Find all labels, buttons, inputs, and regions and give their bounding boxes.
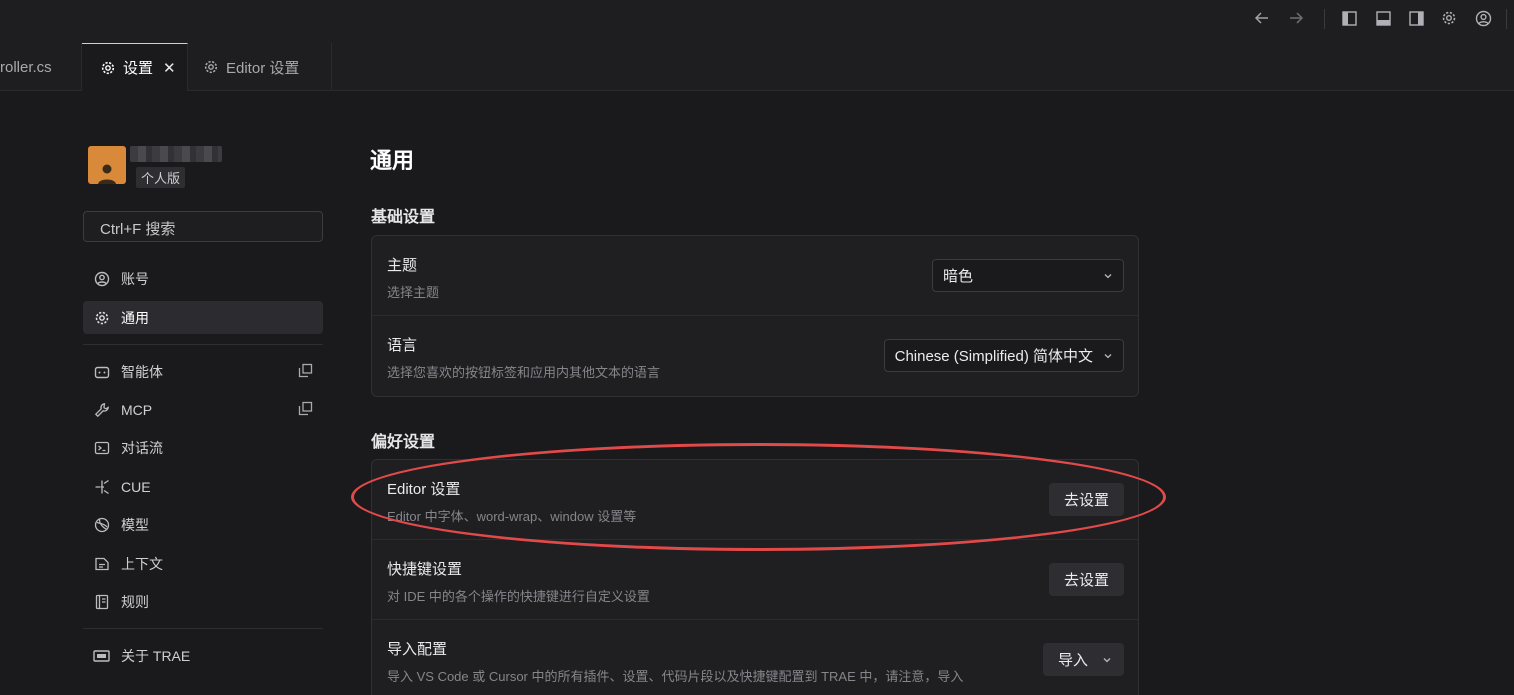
sidebar-item-general[interactable]: 通用	[83, 301, 323, 334]
chevron-down-icon	[1103, 657, 1111, 662]
toggle-bottom-panel-icon[interactable]	[1374, 9, 1392, 27]
tab-controller-file[interactable]: roller.cs	[0, 43, 82, 91]
language-row: 语言 选择您喜欢的按钮标签和应用内其他文本的语言 Chinese (Simpli…	[372, 316, 1138, 396]
preferences-card: Editor 设置 Editor 中字体、word-wrap、window 设置…	[371, 459, 1139, 695]
gear-icon	[204, 60, 218, 74]
username-redacted	[130, 146, 222, 162]
rules-icon	[93, 593, 110, 610]
sidebar-item-about[interactable]: 关于 TRAE	[83, 639, 323, 672]
theme-description: 选择主题	[387, 285, 440, 300]
editor-settings-description: Editor 中字体、word-wrap、window 设置等	[387, 509, 637, 524]
external-link-icon[interactable]	[298, 363, 313, 378]
tab-settings[interactable]: 设置 ✕	[82, 43, 188, 91]
external-link-icon[interactable]	[298, 401, 313, 416]
theme-select[interactable]: 暗色	[932, 259, 1124, 292]
sidebar-item-label: 账号	[121, 270, 149, 287]
toggle-left-panel-icon[interactable]	[1340, 9, 1358, 27]
tab-label: roller.cs	[0, 58, 52, 76]
wrench-icon	[93, 401, 110, 418]
tab-label: 设置	[123, 60, 154, 77]
bot-icon	[93, 363, 110, 380]
shortcut-settings-title: 快捷键设置	[387, 561, 463, 578]
shortcut-settings-row: 快捷键设置 对 IDE 中的各个操作的快捷键进行自定义设置 去设置	[372, 540, 1138, 620]
user-silhouette-icon	[98, 164, 116, 184]
avatar[interactable]	[88, 146, 126, 184]
settings-page: 个人版 Ctrl+F 搜索 账号 通用 智能体 MCP 对话流 CUE 模型 上…	[0, 91, 1514, 695]
basic-settings-card: 主题 选择主题 暗色 语言 选择您喜欢的按钮标签和应用内其他文本的语言 Chin…	[371, 235, 1139, 397]
sidebar-item-label: 上下文	[121, 555, 163, 572]
sidebar-item-label: 关于 TRAE	[121, 647, 191, 664]
editor-settings-title: Editor 设置	[387, 481, 461, 498]
title-bar	[0, 0, 1514, 37]
close-icon[interactable]: ✕	[163, 59, 176, 77]
sidebar-item-dialog-flow[interactable]: 对话流	[83, 431, 323, 464]
editor-settings-row: Editor 设置 Editor 中字体、word-wrap、window 设置…	[372, 460, 1138, 540]
sidebar-item-models[interactable]: 模型	[83, 508, 323, 541]
tab-bar: roller.cs 设置 ✕ Editor 设置	[0, 43, 1514, 91]
import-button[interactable]: 导入	[1042, 643, 1124, 676]
language-description: 选择您喜欢的按钮标签和应用内其他文本的语言	[387, 365, 661, 380]
settings-gear-icon[interactable]	[1440, 9, 1458, 27]
import-config-title: 导入配置	[387, 641, 448, 658]
toggle-right-panel-icon[interactable]	[1407, 9, 1425, 27]
sidebar-divider	[83, 344, 323, 345]
editor-settings-button[interactable]: 去设置	[1048, 483, 1124, 516]
sidebar-item-agents[interactable]: 智能体	[83, 355, 323, 388]
sidebar-item-label: CUE	[121, 478, 151, 495]
language-select-value: Chinese (Simplified) 简体中文	[894, 348, 1093, 365]
terminal-icon	[93, 439, 110, 456]
cue-icon	[93, 478, 110, 495]
context-icon	[93, 555, 110, 572]
edition-badge: 个人版	[136, 167, 186, 188]
titlebar-divider	[1324, 9, 1325, 29]
theme-row: 主题 选择主题 暗色	[372, 236, 1138, 316]
page-title: 通用	[370, 148, 415, 173]
section-heading-preferences: 偏好设置	[371, 434, 436, 451]
sidebar-item-cue[interactable]: CUE	[83, 470, 323, 503]
titlebar-edge-divider	[1506, 9, 1507, 29]
sidebar-item-label: 对话流	[121, 439, 163, 456]
tab-label: Editor 设置	[226, 59, 300, 77]
sidebar-divider	[83, 628, 323, 629]
section-heading-basic: 基础设置	[371, 209, 436, 226]
sidebar-item-context[interactable]: 上下文	[83, 547, 323, 580]
sidebar-item-mcp[interactable]: MCP	[83, 393, 323, 426]
forward-arrow-icon[interactable]	[1287, 9, 1305, 27]
back-arrow-icon[interactable]	[1253, 9, 1271, 27]
shortcut-settings-description: 对 IDE 中的各个操作的快捷键进行自定义设置	[387, 589, 650, 604]
theme-title: 主题	[387, 257, 418, 274]
account-icon[interactable]	[1474, 9, 1492, 27]
user-circle-icon	[93, 270, 110, 287]
tab-editor-settings[interactable]: Editor 设置	[188, 43, 332, 91]
chevron-down-icon	[1104, 273, 1112, 278]
import-button-label: 导入	[1057, 652, 1088, 669]
sidebar-item-label: 模型	[121, 516, 149, 533]
language-select[interactable]: Chinese (Simplified) 简体中文	[883, 339, 1124, 372]
gear-icon	[101, 61, 115, 74]
sidebar-item-label: MCP	[121, 401, 153, 418]
shortcut-settings-button[interactable]: 去设置	[1048, 563, 1124, 596]
sidebar-item-label: 通用	[121, 309, 149, 326]
search-input[interactable]: Ctrl+F 搜索	[83, 211, 323, 242]
sidebar-item-rules[interactable]: 规则	[83, 585, 323, 618]
sidebar-item-account[interactable]: 账号	[83, 262, 323, 295]
theme-select-value: 暗色	[943, 268, 974, 285]
import-config-description: 导入 VS Code 或 Cursor 中的所有插件、设置、代码片段以及快捷键配…	[387, 669, 964, 684]
import-config-row: 导入配置 导入 VS Code 或 Cursor 中的所有插件、设置、代码片段以…	[372, 620, 1138, 695]
chevron-down-icon	[1104, 353, 1112, 358]
sidebar-item-label: 智能体	[121, 363, 163, 380]
language-title: 语言	[387, 337, 418, 354]
model-icon	[93, 516, 110, 533]
about-icon	[93, 647, 110, 664]
sidebar-item-label: 规则	[121, 593, 149, 610]
gear-icon	[93, 309, 110, 326]
